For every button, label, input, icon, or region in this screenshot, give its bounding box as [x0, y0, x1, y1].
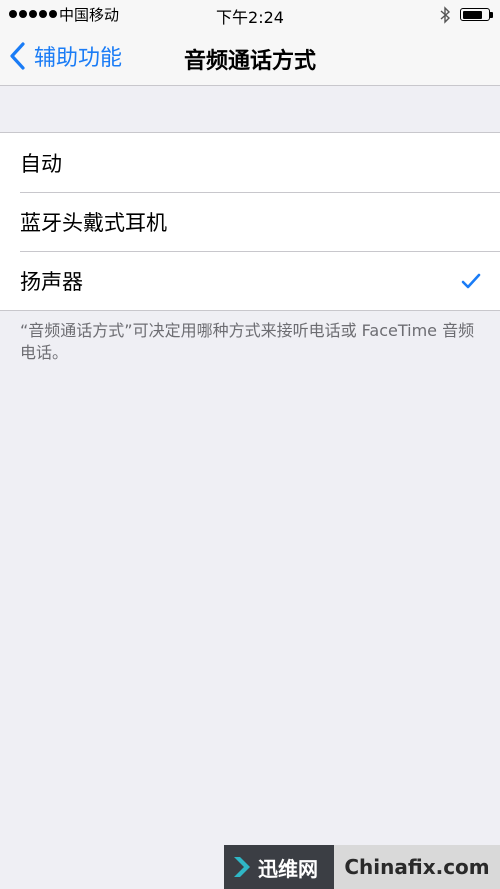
page-title: 音频通话方式	[183, 49, 316, 74]
checkmark-icon	[461, 273, 481, 289]
option-label: 自动	[20, 151, 62, 176]
option-speaker[interactable]: 扬声器	[0, 251, 500, 310]
navigation-bar: 辅助功能 音频通话方式	[0, 30, 500, 86]
option-label: 蓝牙头戴式耳机	[20, 210, 167, 235]
battery-icon	[460, 8, 490, 21]
arrow-logo-icon	[234, 857, 250, 877]
option-label: 扬声器	[20, 269, 83, 294]
bluetooth-icon	[440, 6, 451, 24]
status-bar: 中国移动 下午2:24	[0, 0, 500, 30]
status-time: 下午2:24	[216, 8, 284, 27]
watermark-en-text: Chinafix.com	[334, 845, 500, 889]
watermark-left: 迅维网	[224, 845, 334, 889]
audio-route-options-list: 自动 蓝牙头戴式耳机 扬声器	[0, 132, 500, 311]
option-auto[interactable]: 自动	[0, 133, 500, 192]
watermark-logo: 迅维网 Chinafix.com	[224, 845, 500, 889]
option-bluetooth-headset[interactable]: 蓝牙头戴式耳机	[0, 192, 500, 251]
footnote-text: “音频通话方式”可决定用哪种方式来接听电话或 FaceTime 音频电话。	[20, 321, 475, 362]
watermark-cn-text: 迅维网	[258, 856, 318, 881]
battery-cap	[490, 12, 493, 18]
